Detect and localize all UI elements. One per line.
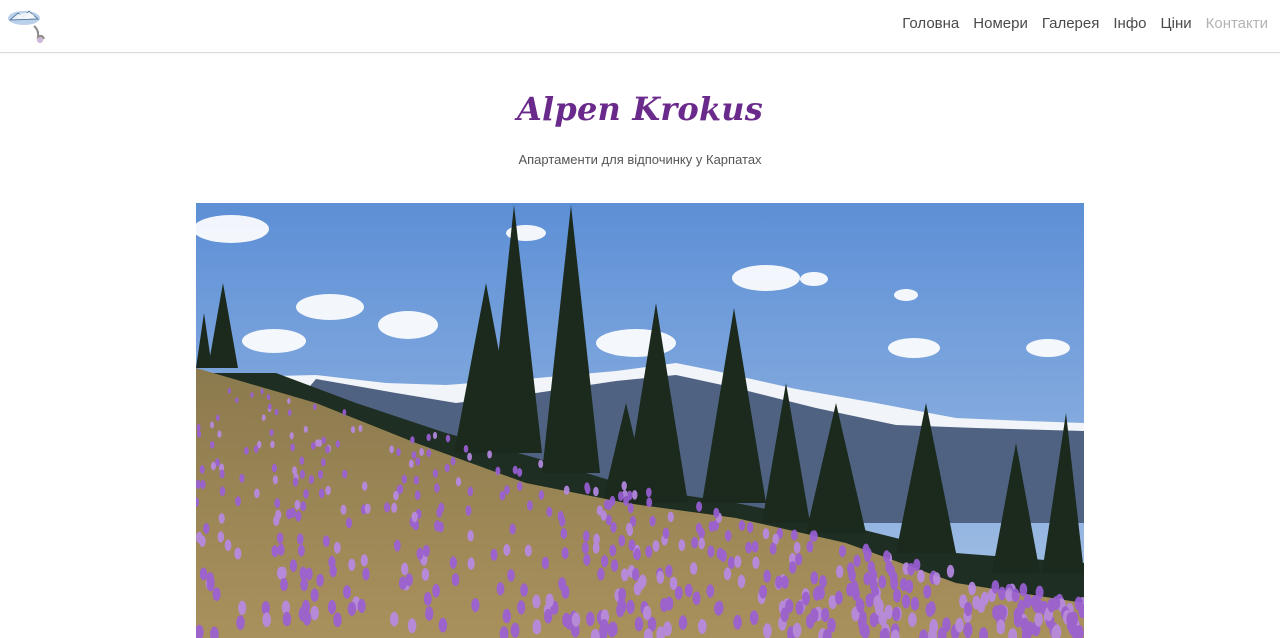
nav-link-home[interactable]: Головна — [902, 15, 959, 32]
logo-icon[interactable] — [4, 4, 48, 44]
nav-link-rooms[interactable]: Номери — [973, 15, 1028, 32]
site-header: Головна Номери Галерея Інфо Ціни Контакт… — [0, 0, 1280, 53]
hero-image — [196, 203, 1084, 638]
nav-link-contacts[interactable]: Контакти — [1206, 15, 1268, 32]
page-title: Alpen Krokus — [517, 90, 763, 128]
nav-link-prices[interactable]: Ціни — [1161, 15, 1192, 32]
nav-link-gallery[interactable]: Галерея — [1042, 15, 1100, 32]
main-nav: Головна Номери Галерея Інфо Ціни Контакт… — [902, 15, 1268, 32]
page-subtitle: Апартаменти для відпочинку у Карпатах — [518, 152, 762, 167]
nav-link-info[interactable]: Інфо — [1113, 15, 1146, 32]
